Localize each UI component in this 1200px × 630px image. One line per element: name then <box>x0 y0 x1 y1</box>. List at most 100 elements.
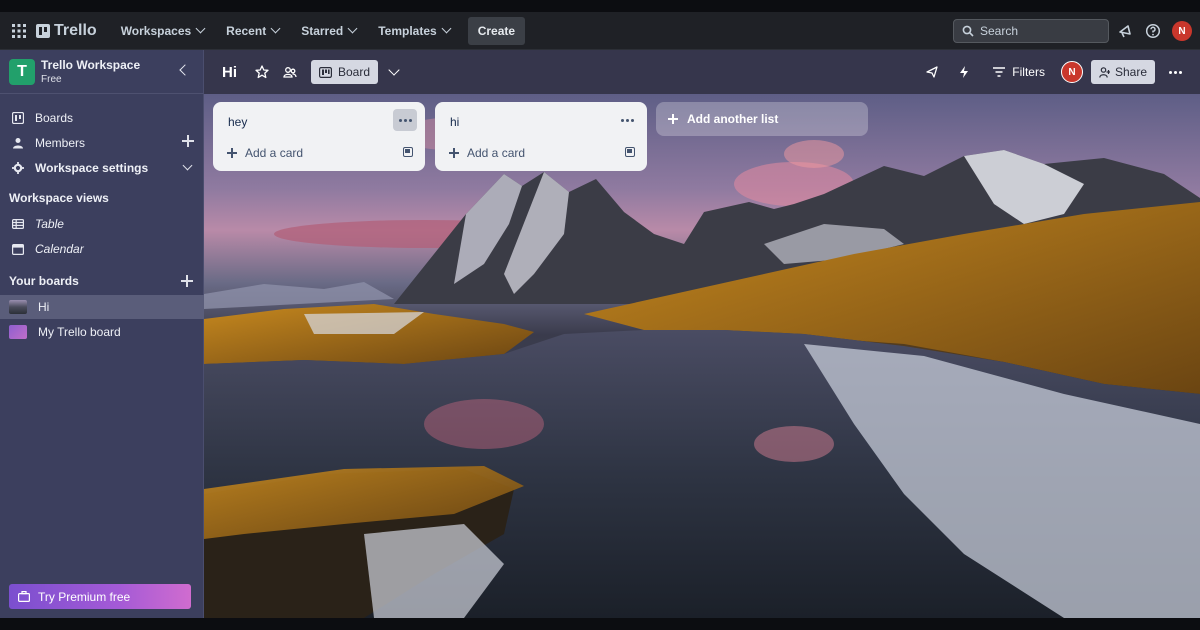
help-icon[interactable] <box>1144 22 1162 40</box>
workspace-views-heading: Workspace views <box>9 191 109 205</box>
sidebar-board-hi[interactable]: Hi <box>0 295 204 319</box>
landscape-image <box>204 118 1200 618</box>
star-icon[interactable] <box>253 63 271 81</box>
board-background <box>204 94 1200 618</box>
filters-button[interactable]: Filters <box>987 61 1051 83</box>
calendar-icon <box>12 244 24 255</box>
create-button[interactable]: Create <box>467 16 526 45</box>
top-nav: Trello Workspaces Recent Starred Templat… <box>0 12 1200 50</box>
board-title[interactable]: Hi <box>222 64 237 81</box>
sidebar-item-label: Hi <box>38 300 50 314</box>
templates-menu[interactable]: Templates <box>368 18 459 44</box>
chevron-down-icon <box>347 23 358 34</box>
board-thumbnail <box>9 300 27 314</box>
workspace-badge[interactable]: T <box>9 58 35 85</box>
templates-label: Templates <box>378 23 437 38</box>
add-another-list-button[interactable]: Add another list <box>656 102 868 136</box>
bottom-frame <box>0 618 1200 630</box>
sidebar-item-label: Calendar <box>35 242 84 256</box>
sidebar-item-label: My Trello board <box>38 325 121 339</box>
add-card-label: Add a card <box>245 146 304 160</box>
sidebar-item-label: Members <box>35 136 86 150</box>
user-avatar[interactable]: N <box>1172 21 1192 41</box>
sidebar-item-label: Table <box>35 217 64 231</box>
sidebar-item-label: Boards <box>35 111 74 125</box>
recent-label: Recent <box>226 23 267 38</box>
workspace-plan: Free <box>41 74 62 85</box>
list-title[interactable]: hi <box>450 115 459 129</box>
add-card-button[interactable]: Add a card <box>449 146 525 160</box>
board-header-actions: Filters N Share <box>923 50 1186 94</box>
your-boards-heading: Your boards <box>9 274 199 288</box>
views-dropdown-icon[interactable] <box>388 64 400 76</box>
board-view-label: Board <box>338 65 371 79</box>
add-list-label: Add another list <box>687 112 779 126</box>
filters-label: Filters <box>1012 65 1045 79</box>
search-placeholder: Search <box>980 24 1019 38</box>
recent-menu[interactable]: Recent <box>216 18 289 44</box>
nav-menu: Workspaces Recent Starred Templates Crea… <box>111 16 526 45</box>
chevron-down-icon <box>195 23 206 34</box>
add-member-icon[interactable] <box>182 135 194 147</box>
briefcase-icon <box>18 591 30 602</box>
sidebar-board-my-trello-board[interactable]: My Trello board <box>0 320 204 344</box>
list-hi: hi Add a card <box>435 102 647 171</box>
gear-icon <box>12 162 24 174</box>
trello-logo-icon <box>36 23 50 38</box>
create-from-template-icon[interactable] <box>403 147 413 157</box>
share-label: Share <box>1114 65 1147 79</box>
top-frame <box>0 0 1200 12</box>
plus-icon <box>449 148 459 158</box>
add-card-button[interactable]: Add a card <box>227 146 303 160</box>
create-from-template-icon[interactable] <box>625 147 635 157</box>
starred-menu[interactable]: Starred <box>291 18 366 44</box>
plus-icon <box>668 114 678 124</box>
collapse-sidebar-icon[interactable] <box>179 64 191 76</box>
add-card-label: Add a card <box>467 146 526 160</box>
sidebar-item-members[interactable]: Members <box>0 131 204 155</box>
board-thumbnail <box>9 325 27 339</box>
board-member-avatar[interactable]: N <box>1060 61 1083 83</box>
workspaces-label: Workspaces <box>120 23 192 38</box>
workspace-name[interactable]: Trello Workspace <box>41 58 140 72</box>
starred-label: Starred <box>301 23 344 38</box>
chevron-down-icon[interactable] <box>182 160 193 171</box>
try-premium-button[interactable]: Try Premium free <box>9 584 191 609</box>
logo-text: Trello <box>54 21 97 39</box>
trello-logo[interactable]: Trello <box>36 22 97 40</box>
more-icon[interactable] <box>1165 70 1186 74</box>
search-input[interactable]: Search <box>953 19 1109 43</box>
sidebar: T Trello Workspace Free Boards Members W… <box>0 50 204 618</box>
visibility-icon[interactable] <box>281 63 299 81</box>
members-icon <box>13 138 23 149</box>
apps-grid-icon[interactable] <box>8 20 30 42</box>
premium-label: Try Premium free <box>38 589 131 604</box>
board-header: Hi Board Filters N Share <box>204 50 1200 94</box>
sidebar-item-boards[interactable]: Boards <box>0 106 204 130</box>
your-boards-label: Your boards <box>9 274 79 288</box>
share-person-icon <box>1099 66 1110 78</box>
add-board-icon[interactable] <box>181 275 193 287</box>
chevron-down-icon <box>270 23 281 34</box>
table-icon <box>12 219 24 229</box>
sidebar-item-calendar[interactable]: Calendar <box>0 237 204 261</box>
list-more-icon[interactable] <box>615 109 639 131</box>
list-title[interactable]: hey <box>228 115 247 129</box>
workspaces-menu[interactable]: Workspaces <box>111 18 214 44</box>
list-hey: hey Add a card <box>213 102 425 171</box>
sidebar-item-label: Workspace settings <box>35 161 149 175</box>
search-icon <box>962 25 974 37</box>
chevron-down-icon <box>441 23 452 34</box>
board-icon <box>12 112 24 124</box>
board-view-switcher[interactable]: Board <box>311 60 379 84</box>
plus-icon <box>227 148 237 158</box>
automation-icon[interactable] <box>955 63 973 81</box>
power-up-icon[interactable] <box>923 63 941 81</box>
sidebar-item-workspace-settings[interactable]: Workspace settings <box>0 156 204 180</box>
sidebar-item-table[interactable]: Table <box>0 212 204 236</box>
board-icon <box>319 66 332 78</box>
list-more-icon[interactable] <box>393 109 417 131</box>
share-button[interactable]: Share <box>1090 60 1155 84</box>
megaphone-icon[interactable] <box>1116 22 1134 40</box>
workspace-header: T Trello Workspace Free <box>0 50 203 94</box>
